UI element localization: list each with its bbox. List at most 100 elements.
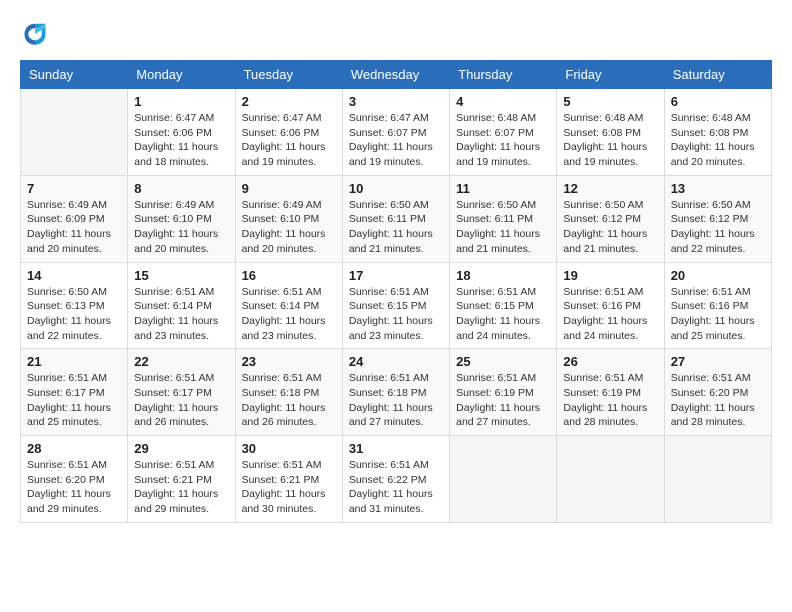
calendar-cell: 15Sunrise: 6:51 AM Sunset: 6:14 PM Dayli… [128,262,235,349]
calendar-cell [450,436,557,523]
calendar-cell: 21 Sunrise: 6:51 AM Sunset: 6:17 PM Dayli… [21,349,128,436]
day-info: Sunrise: 6:51 AM Sunset: 6:21 PM Dayligh… [134,458,228,517]
day-info: Sunrise: 6:51 AM Sunset: 6:14 PM Dayligh… [242,285,336,344]
calendar-week-5: 28 Sunrise: 6:51 AM Sunset: 6:20 PM Dayli… [21,436,772,523]
day-info: Sunrise: 6:51 AM Sunset: 6:17 PM Dayligh… [134,371,228,430]
column-header-wednesday: Wednesday [342,61,449,89]
calendar-cell: 5Sunrise: 6:48 AM Sunset: 6:08 PM Daylig… [557,89,664,176]
day-number: 29 [134,441,228,456]
calendar-cell: 14 Sunrise: 6:50 AM Sunset: 6:13 PM Dayli… [21,262,128,349]
day-number: 16 [242,268,336,283]
day-number: 7 [27,181,121,196]
day-info: Sunrise: 6:51 AM Sunset: 6:18 PM Dayligh… [242,371,336,430]
day-info: Sunrise: 6:47 AM Sunset: 6:06 PM Dayligh… [134,111,228,170]
day-info: Sunrise: 6:48 AM Sunset: 6:08 PM Dayligh… [671,111,765,170]
calendar-cell: 20 Sunrise: 6:51 AM Sunset: 6:16 PM Dayli… [664,262,771,349]
day-number: 19 [563,268,657,283]
day-info: Sunrise: 6:50 AM Sunset: 6:13 PM Dayligh… [27,285,121,344]
calendar-cell: 25 Sunrise: 6:51 AM Sunset: 6:19 PM Dayli… [450,349,557,436]
day-info: Sunrise: 6:51 AM Sunset: 6:21 PM Dayligh… [242,458,336,517]
calendar-cell: 18 Sunrise: 6:51 AM Sunset: 6:15 PM Dayli… [450,262,557,349]
logo-icon [20,20,50,50]
day-info: Sunrise: 6:50 AM Sunset: 6:11 PM Dayligh… [349,198,443,257]
day-info: Sunrise: 6:51 AM Sunset: 6:15 PM Dayligh… [349,285,443,344]
column-header-friday: Friday [557,61,664,89]
day-number: 6 [671,94,765,109]
calendar-cell: 8 Sunrise: 6:49 AM Sunset: 6:10 PM Daylig… [128,175,235,262]
calendar-cell: 29 Sunrise: 6:51 AM Sunset: 6:21 PM Dayli… [128,436,235,523]
column-header-monday: Monday [128,61,235,89]
day-number: 3 [349,94,443,109]
day-number: 10 [349,181,443,196]
calendar-cell: 1 Sunrise: 6:47 AM Sunset: 6:06 PM Daylig… [128,89,235,176]
calendar-cell: 6 Sunrise: 6:48 AM Sunset: 6:08 PM Daylig… [664,89,771,176]
logo [20,20,54,50]
calendar-cell [664,436,771,523]
calendar-cell: 2 Sunrise: 6:47 AM Sunset: 6:06 PM Daylig… [235,89,342,176]
day-number: 17 [349,268,443,283]
day-info: Sunrise: 6:51 AM Sunset: 6:16 PM Dayligh… [563,285,657,344]
calendar-cell: 27 Sunrise: 6:51 AM Sunset: 6:20 PM Dayli… [664,349,771,436]
day-number: 27 [671,354,765,369]
day-number: 25 [456,354,550,369]
day-info: Sunrise: 6:51 AM Sunset: 6:20 PM Dayligh… [27,458,121,517]
calendar-week-3: 14 Sunrise: 6:50 AM Sunset: 6:13 PM Dayli… [21,262,772,349]
calendar-cell [557,436,664,523]
day-number: 2 [242,94,336,109]
calendar-cell: 9 Sunrise: 6:49 AM Sunset: 6:10 PM Daylig… [235,175,342,262]
column-header-sunday: Sunday [21,61,128,89]
day-number: 9 [242,181,336,196]
day-number: 5 [563,94,657,109]
calendar-week-1: 1 Sunrise: 6:47 AM Sunset: 6:06 PM Daylig… [21,89,772,176]
calendar-cell: 23Sunrise: 6:51 AM Sunset: 6:18 PM Dayli… [235,349,342,436]
column-header-saturday: Saturday [664,61,771,89]
day-number: 8 [134,181,228,196]
day-number: 20 [671,268,765,283]
day-number: 31 [349,441,443,456]
day-number: 21 [27,354,121,369]
day-info: Sunrise: 6:51 AM Sunset: 6:16 PM Dayligh… [671,285,765,344]
day-info: Sunrise: 6:49 AM Sunset: 6:09 PM Dayligh… [27,198,121,257]
calendar-cell: 31Sunrise: 6:51 AM Sunset: 6:22 PM Dayli… [342,436,449,523]
day-number: 4 [456,94,550,109]
day-info: Sunrise: 6:47 AM Sunset: 6:07 PM Dayligh… [349,111,443,170]
calendar-cell: 11 Sunrise: 6:50 AM Sunset: 6:11 PM Dayli… [450,175,557,262]
calendar-week-2: 7 Sunrise: 6:49 AM Sunset: 6:09 PM Daylig… [21,175,772,262]
calendar-cell: 30Sunrise: 6:51 AM Sunset: 6:21 PM Dayli… [235,436,342,523]
calendar-cell: 17 Sunrise: 6:51 AM Sunset: 6:15 PM Dayli… [342,262,449,349]
day-info: Sunrise: 6:50 AM Sunset: 6:11 PM Dayligh… [456,198,550,257]
day-number: 12 [563,181,657,196]
calendar-week-4: 21 Sunrise: 6:51 AM Sunset: 6:17 PM Dayli… [21,349,772,436]
calendar-cell: 3 Sunrise: 6:47 AM Sunset: 6:07 PM Daylig… [342,89,449,176]
calendar-cell: 28 Sunrise: 6:51 AM Sunset: 6:20 PM Dayli… [21,436,128,523]
day-info: Sunrise: 6:50 AM Sunset: 6:12 PM Dayligh… [671,198,765,257]
calendar-cell: 26Sunrise: 6:51 AM Sunset: 6:19 PM Dayli… [557,349,664,436]
day-number: 13 [671,181,765,196]
column-header-thursday: Thursday [450,61,557,89]
day-info: Sunrise: 6:49 AM Sunset: 6:10 PM Dayligh… [242,198,336,257]
day-number: 18 [456,268,550,283]
calendar-header-row: SundayMondayTuesdayWednesdayThursdayFrid… [21,61,772,89]
day-info: Sunrise: 6:51 AM Sunset: 6:14 PM Dayligh… [134,285,228,344]
calendar-cell: 24Sunrise: 6:51 AM Sunset: 6:18 PM Dayli… [342,349,449,436]
day-info: Sunrise: 6:51 AM Sunset: 6:20 PM Dayligh… [671,371,765,430]
calendar-cell: 12 Sunrise: 6:50 AM Sunset: 6:12 PM Dayli… [557,175,664,262]
calendar-cell: 13 Sunrise: 6:50 AM Sunset: 6:12 PM Dayli… [664,175,771,262]
day-info: Sunrise: 6:51 AM Sunset: 6:19 PM Dayligh… [563,371,657,430]
calendar-table: SundayMondayTuesdayWednesdayThursdayFrid… [20,60,772,523]
day-info: Sunrise: 6:48 AM Sunset: 6:07 PM Dayligh… [456,111,550,170]
day-info: Sunrise: 6:50 AM Sunset: 6:12 PM Dayligh… [563,198,657,257]
day-number: 11 [456,181,550,196]
calendar-cell: 16 Sunrise: 6:51 AM Sunset: 6:14 PM Dayli… [235,262,342,349]
calendar-cell: 10 Sunrise: 6:50 AM Sunset: 6:11 PM Dayli… [342,175,449,262]
column-header-tuesday: Tuesday [235,61,342,89]
day-number: 1 [134,94,228,109]
day-info: Sunrise: 6:49 AM Sunset: 6:10 PM Dayligh… [134,198,228,257]
day-info: Sunrise: 6:51 AM Sunset: 6:17 PM Dayligh… [27,371,121,430]
day-info: Sunrise: 6:47 AM Sunset: 6:06 PM Dayligh… [242,111,336,170]
day-info: Sunrise: 6:51 AM Sunset: 6:19 PM Dayligh… [456,371,550,430]
day-info: Sunrise: 6:51 AM Sunset: 6:15 PM Dayligh… [456,285,550,344]
day-number: 14 [27,268,121,283]
page-header [20,20,772,50]
day-number: 28 [27,441,121,456]
